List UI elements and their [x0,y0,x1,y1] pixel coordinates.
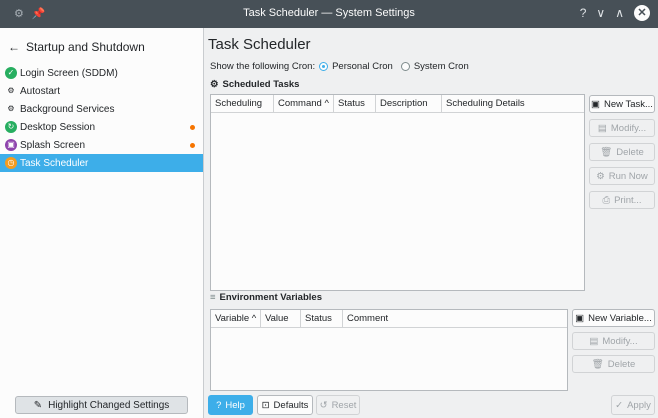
button-icon: 🗑 [591,358,604,370]
tasks-icon: ⚙ [210,79,219,90]
sidebar-header[interactable]: ← Startup and Shutdown [8,40,145,54]
clock-icon: ◷ [5,157,17,169]
task-delete-button[interactable]: 🗑 Delete [589,143,655,161]
env-new-variable-button[interactable]: ▣ New Variable... [572,309,655,327]
sidebar-item-splash-screen[interactable]: ▣ Splash Screen [0,136,203,154]
defaults-button[interactable]: ⊡ Defaults [257,395,313,415]
sidebar-item-label: Autostart [20,85,61,97]
services-icon: ⚙ [5,103,17,115]
button-label: Delete [616,146,644,158]
col-env-status[interactable]: Status [301,310,343,327]
title-bar: ⚙ 📌 Task Scheduler — System Settings ? ∨… [0,0,658,28]
reset-label: Reset [331,399,357,411]
task-new-task-button[interactable]: ▣ New Task... [589,95,655,113]
collapse-icon[interactable]: ≡ [210,292,216,303]
cron-label: Show the following Cron: [210,61,316,72]
session-icon: ↻ [5,121,17,133]
task-run-now-button[interactable]: ⚙ Run Now [589,167,655,185]
env-delete-button[interactable]: 🗑 Delete [572,355,655,373]
sidebar-item-task-scheduler[interactable]: ◷ Task Scheduler [0,154,203,172]
back-arrow-icon[interactable]: ← [8,40,20,54]
maximize-icon[interactable]: ∧ [615,6,624,20]
help-button[interactable]: ? Help [208,395,253,415]
system-cron-label[interactable]: System Cron [414,61,469,72]
splash-icon: ▣ [5,139,17,151]
cron-selector: Show the following Cron: Personal Cron S… [210,61,469,72]
window-title: Task Scheduler — System Settings [243,7,415,19]
col-comment[interactable]: Comment [343,310,567,327]
env-table[interactable]: Variable ^ Value Status Comment [210,309,568,391]
apply-label: Apply [627,399,651,411]
button-icon: ▤ [589,335,599,347]
tasks-table[interactable]: Scheduling Command ^ Status Description … [210,94,585,291]
button-icon: ▤ [597,122,607,134]
env-modify-button[interactable]: ▤ Modify... [572,332,655,350]
button-icon: ▣ [575,312,585,324]
system-cron-radio[interactable] [400,62,410,71]
button-icon: ⎙ [602,194,611,206]
button-label: Delete [607,358,636,370]
button-label: Run Now [608,170,648,182]
env-variables-title: Environment Variables [219,292,322,303]
button-label: Print... [614,194,642,206]
sidebar-item-label: Background Services [20,103,115,115]
reset-button[interactable]: ↺ Reset [316,395,360,415]
col-description[interactable]: Description [376,95,442,112]
col-command[interactable]: Command ^ [274,95,334,112]
sidebar-item-autostart[interactable]: ⚙ Autostart [0,82,203,100]
env-table-header: Variable ^ Value Status Comment [211,310,567,328]
defaults-icon: ⊡ [261,399,270,411]
changed-indicator [190,125,195,130]
button-label: Modify... [610,122,647,134]
apply-button[interactable]: ✓ Apply [611,395,655,415]
sidebar-item-label: Desktop Session [20,121,96,133]
help-icon[interactable]: ? [580,6,587,20]
col-value[interactable]: Value [261,310,301,327]
sidebar-item-label: Splash Screen [20,139,86,151]
help-button-icon: ? [216,399,222,411]
minimize-icon[interactable]: ∨ [596,6,605,20]
task-print-button[interactable]: ⎙ Print... [589,191,655,209]
button-icon: ▣ [591,98,601,110]
close-icon[interactable]: ✕ [634,5,650,21]
login-icon: ✓ [5,67,17,79]
highlight-changed-button[interactable]: ✎ Highlight Changed Settings [15,396,188,414]
personal-cron-label[interactable]: Personal Cron [332,61,393,72]
button-icon: 🗑 [600,146,613,158]
help-button-label: Help [225,399,245,411]
highlight-changed-label: Highlight Changed Settings [48,399,170,411]
changed-indicator [190,143,195,148]
sidebar-item-background-services[interactable]: ⚙ Background Services [0,100,203,118]
sidebar-header-label: Startup and Shutdown [26,40,145,54]
defaults-label: Defaults [273,399,309,411]
pencil-icon: ✎ [33,399,43,411]
personal-cron-radio[interactable] [319,62,329,71]
sidebar-item-desktop-session[interactable]: ↻ Desktop Session [0,118,203,136]
sidebar-item-login-screen-sddm[interactable]: ✓ Login Screen (SDDM) [0,64,203,82]
col-status[interactable]: Status [334,95,376,112]
env-variables-heading[interactable]: ≡ Environment Variables [210,292,322,303]
button-label: New Task... [604,98,653,110]
button-icon: ⚙ [596,170,605,182]
page-title: Task Scheduler [208,36,311,53]
sidebar: ← Startup and Shutdown ✓ Login Screen (SD… [0,28,204,418]
button-label: Modify... [602,335,638,347]
sidebar-list: ✓ Login Screen (SDDM) ⚙ Autostart ⚙ Backgroun… [0,64,203,172]
tasks-table-header: Scheduling Command ^ Status Description … [211,95,584,113]
main-panel: Task Scheduler Show the following Cron: … [205,28,658,418]
col-variable[interactable]: Variable ^ [211,310,261,327]
autostart-icon: ⚙ [5,85,17,97]
sidebar-item-label: Task Scheduler [20,157,89,169]
scheduled-tasks-heading: ⚙ Scheduled Tasks [210,79,299,90]
button-label: New Variable... [588,312,652,324]
reset-icon: ↺ [319,399,328,411]
sidebar-item-label: Login Screen (SDDM) [20,67,118,79]
task-modify-button[interactable]: ▤ Modify... [589,119,655,137]
window-controls: ? ∨ ∧ ✕ [580,5,650,21]
apply-icon: ✓ [615,399,624,411]
scheduled-tasks-title: Scheduled Tasks [222,79,300,90]
col-scheduling-details[interactable]: Scheduling Details [442,95,584,112]
col-scheduling[interactable]: Scheduling [211,95,274,112]
